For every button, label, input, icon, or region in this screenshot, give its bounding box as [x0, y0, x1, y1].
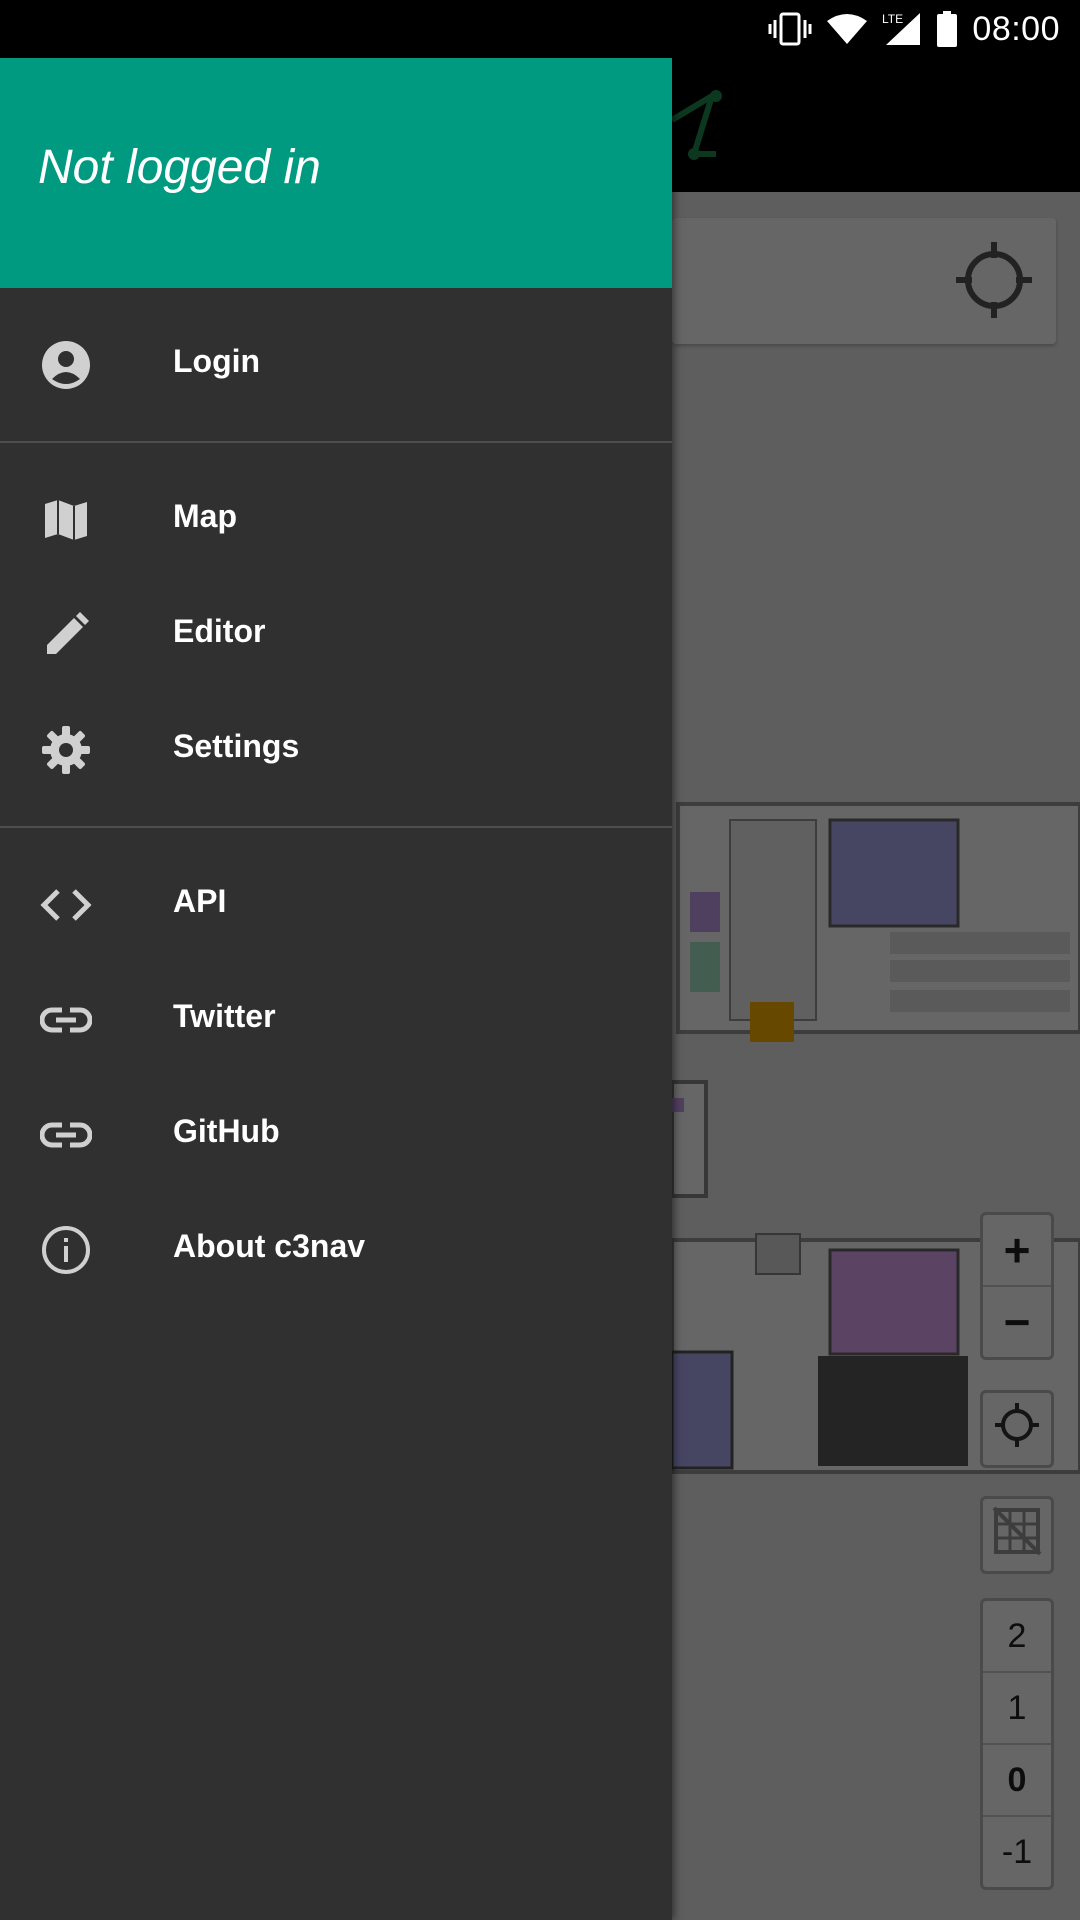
login-status: Not logged in: [38, 141, 321, 194]
status-time: 08:00: [972, 9, 1060, 48]
gear-icon: [40, 724, 92, 776]
menu-item-login[interactable]: Login: [0, 307, 672, 422]
menu-item-about[interactable]: About c3nav: [0, 1192, 672, 1307]
menu-item-api[interactable]: API: [0, 847, 672, 962]
navigation-drawer: Not logged in Login Map Editor Settings …: [0, 58, 672, 1920]
menu-label: API: [173, 883, 227, 919]
menu-label: About c3nav: [173, 1228, 366, 1264]
menu-label: Editor: [173, 613, 266, 649]
wifi-icon: [826, 13, 868, 45]
menu-label: Map: [173, 498, 237, 534]
code-icon: [40, 879, 92, 931]
menu-label: GitHub: [173, 1113, 280, 1149]
account-circle-icon: [40, 339, 92, 391]
menu-item-twitter[interactable]: Twitter: [0, 962, 672, 1077]
signal-icon: LTE: [882, 11, 922, 47]
link-icon: [40, 1109, 92, 1161]
menu-divider: [0, 826, 672, 828]
menu-label: Login: [173, 343, 261, 379]
network-label: LTE: [882, 12, 903, 26]
pencil-icon: [40, 609, 92, 661]
menu-item-github[interactable]: GitHub: [0, 1077, 672, 1192]
menu-label: Settings: [173, 728, 300, 764]
menu-item-editor[interactable]: Editor: [0, 577, 672, 692]
drawer-header: Not logged in: [0, 58, 672, 288]
status-bar: LTE 08:00: [0, 0, 1080, 58]
menu-label: Twitter: [173, 998, 276, 1034]
vibrate-icon: [768, 11, 812, 47]
menu-item-map[interactable]: Map: [0, 462, 672, 577]
info-icon: [40, 1224, 92, 1276]
map-icon: [40, 494, 92, 546]
menu-divider: [0, 441, 672, 443]
link-icon: [40, 994, 92, 1046]
battery-icon: [936, 11, 958, 47]
menu-item-settings[interactable]: Settings: [0, 692, 672, 807]
